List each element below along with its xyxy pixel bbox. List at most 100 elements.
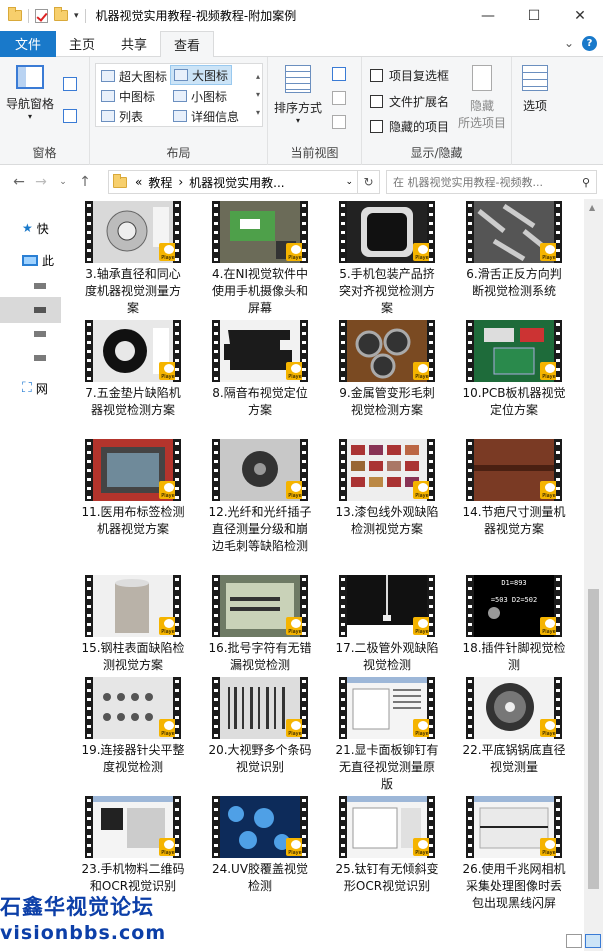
- video-thumbnail[interactable]: Player: [85, 439, 181, 501]
- file-item[interactable]: Player 7.五金垫片缺陷机器视觉检测方案: [77, 320, 189, 419]
- properties-icon[interactable]: [35, 8, 48, 23]
- video-thumbnail[interactable]: Player: [466, 439, 562, 501]
- file-item[interactable]: Player 23.手机物料二维码和OCR视觉识别: [77, 796, 189, 895]
- checkbox[interactable]: [370, 95, 383, 108]
- checkbox[interactable]: [370, 120, 383, 133]
- file-item[interactable]: Player 11.医用布标签检测机器视觉方案: [77, 439, 189, 538]
- file-item[interactable]: Player 22.平底锅锅底直径视觉测量: [458, 677, 570, 776]
- video-thumbnail[interactable]: Player: [339, 796, 435, 858]
- file-item[interactable]: Player 8.隔音布视觉定位方案: [204, 320, 316, 419]
- file-item[interactable]: Player 5.手机包装产品挤突对齐视觉检测方案: [331, 201, 443, 317]
- video-thumbnail[interactable]: Player: [212, 677, 308, 739]
- tab-view[interactable]: 查看: [160, 30, 215, 58]
- minimize-button[interactable]: —: [465, 0, 511, 31]
- layout-details[interactable]: 详细信息: [170, 106, 242, 126]
- video-thumbnail[interactable]: Player: [466, 320, 562, 382]
- recent-locations-icon[interactable]: ⌄: [52, 177, 74, 187]
- search-icon[interactable]: ⚲: [582, 176, 590, 189]
- layout-small-icons[interactable]: 小图标: [170, 86, 230, 106]
- options-button[interactable]: 选项: [522, 65, 548, 114]
- refresh-icon[interactable]: ↻: [358, 170, 380, 194]
- file-item[interactable]: Player 12.光纤和光纤插子直径测量分级和崩边毛刺等缺陷检测: [204, 439, 316, 555]
- sort-by-button[interactable]: 排序方式 ▾: [274, 65, 322, 125]
- nav-quick-access[interactable]: ★ 快: [0, 215, 61, 241]
- close-button[interactable]: ✕: [557, 0, 603, 31]
- help-icon[interactable]: ?: [582, 36, 597, 51]
- file-item[interactable]: Player 26.使用千兆网相机采集处理图像时丢包出现黑线闪屏: [458, 796, 570, 912]
- video-thumbnail[interactable]: Player: [212, 796, 308, 858]
- nav-pane-button[interactable]: 导航窗格 ▾: [6, 65, 54, 121]
- layout-list[interactable]: 列表: [98, 106, 146, 126]
- video-thumbnail[interactable]: D1=893 =503 D2=502 Player: [466, 575, 562, 637]
- scrollbar-thumb[interactable]: [588, 589, 599, 889]
- file-item[interactable]: Player 3.轴承直径和同心度机器视觉测量方案: [77, 201, 189, 317]
- file-item[interactable]: Player 17.二极管外观缺陷视觉检测: [331, 575, 443, 674]
- breadcrumb-separator[interactable]: ›: [178, 175, 183, 189]
- nav-drive-4[interactable]: [0, 345, 61, 371]
- up-icon[interactable]: ↑: [74, 174, 96, 190]
- video-thumbnail[interactable]: Player: [212, 439, 308, 501]
- layout-medium-icons[interactable]: 中图标: [98, 86, 158, 106]
- file-item[interactable]: Player 4.在NI视觉软件中使用手机摄像头和屏幕: [204, 201, 316, 317]
- large-icons-view-toggle[interactable]: [585, 934, 601, 948]
- video-thumbnail[interactable]: Player: [85, 320, 181, 382]
- file-item[interactable]: Player 21.显卡面板铆钉有无直径视觉测量原版: [331, 677, 443, 793]
- nav-drive-2[interactable]: [0, 297, 61, 323]
- checkbox[interactable]: [370, 69, 383, 82]
- video-thumbnail[interactable]: Player: [466, 796, 562, 858]
- breadcrumb-tutorial[interactable]: 教程: [148, 174, 172, 191]
- video-thumbnail[interactable]: Player: [212, 320, 308, 382]
- chevron-down-icon[interactable]: ⌄: [345, 177, 353, 187]
- file-item[interactable]: D1=893 =503 D2=502 Player 18.插件针脚视觉检测: [458, 575, 570, 674]
- size-columns-icon[interactable]: [332, 115, 346, 129]
- video-thumbnail[interactable]: Player: [85, 201, 181, 263]
- back-icon[interactable]: ←: [8, 174, 30, 190]
- maximize-button[interactable]: ☐: [511, 0, 557, 31]
- video-thumbnail[interactable]: Player: [85, 575, 181, 637]
- video-thumbnail[interactable]: Player: [339, 439, 435, 501]
- file-item[interactable]: Player 16.批号字符有无错漏视觉检测: [204, 575, 316, 674]
- search-input[interactable]: 在 机器视觉实用教程-视频教... ⚲: [386, 170, 597, 194]
- file-extensions-option[interactable]: 文件扩展名: [370, 93, 449, 110]
- forward-icon[interactable]: →: [30, 174, 52, 190]
- file-item[interactable]: Player 19.连接器针尖平整度视觉检测: [77, 677, 189, 776]
- expand-ribbon-button[interactable]: ⌄: [564, 36, 574, 51]
- chevron-down-icon[interactable]: ▾: [74, 11, 79, 21]
- breadcrumb-current[interactable]: 机器视觉实用教...: [189, 174, 284, 191]
- video-thumbnail[interactable]: Player: [339, 201, 435, 263]
- gallery-scroll-arrows[interactable]: ▴ ▾ ▾: [256, 68, 260, 122]
- new-folder-icon[interactable]: [54, 7, 68, 21]
- nav-network[interactable]: ⛶ 网: [0, 375, 61, 401]
- video-thumbnail[interactable]: Player: [212, 201, 308, 263]
- video-thumbnail[interactable]: Player: [339, 677, 435, 739]
- file-item[interactable]: Player 20.大视野多个条码视觉识别: [204, 677, 316, 776]
- file-item[interactable]: Player 6.滑舌正反方向判断视觉检测系统: [458, 201, 570, 300]
- video-thumbnail[interactable]: Player: [339, 575, 435, 637]
- nav-drive-1[interactable]: [0, 273, 61, 299]
- video-thumbnail[interactable]: Player: [339, 320, 435, 382]
- layout-extra-large-icons[interactable]: 超大图标: [98, 66, 170, 86]
- hide-selected-button[interactable]: 隐藏 所选项目: [458, 65, 506, 131]
- add-columns-icon[interactable]: [332, 91, 346, 105]
- tab-file[interactable]: 文件: [0, 30, 56, 57]
- file-item[interactable]: Player 25.钛钉有无倾斜变形OCR视觉识别: [331, 796, 443, 895]
- tab-home[interactable]: 主页: [56, 31, 108, 57]
- nav-this-pc[interactable]: 此: [0, 247, 61, 273]
- breadcrumb-overflow[interactable]: «: [135, 175, 142, 189]
- video-thumbnail[interactable]: Player: [466, 201, 562, 263]
- scroll-up-icon[interactable]: ▲: [589, 203, 595, 212]
- file-item[interactable]: Player 15.钢柱表面缺陷检测视觉方案: [77, 575, 189, 674]
- layout-large-icons[interactable]: 大图标: [170, 65, 233, 85]
- item-checkboxes-option[interactable]: 项目复选框: [370, 67, 449, 84]
- preview-pane-icon[interactable]: [63, 77, 77, 91]
- details-pane-icon[interactable]: [63, 109, 77, 123]
- details-view-toggle[interactable]: [566, 934, 582, 948]
- video-thumbnail[interactable]: Player: [85, 796, 181, 858]
- file-item[interactable]: Player 9.金属管变形毛刺视觉检测方案: [331, 320, 443, 419]
- video-thumbnail[interactable]: Player: [212, 575, 308, 637]
- file-item[interactable]: Player 14.节疤尺寸测量机器视觉方案: [458, 439, 570, 538]
- video-thumbnail[interactable]: Player: [466, 677, 562, 739]
- hidden-items-option[interactable]: 隐藏的项目: [370, 118, 449, 135]
- file-item[interactable]: Player 13.漆包线外观缺陷检测视觉方案: [331, 439, 443, 538]
- tab-share[interactable]: 共享: [108, 31, 160, 57]
